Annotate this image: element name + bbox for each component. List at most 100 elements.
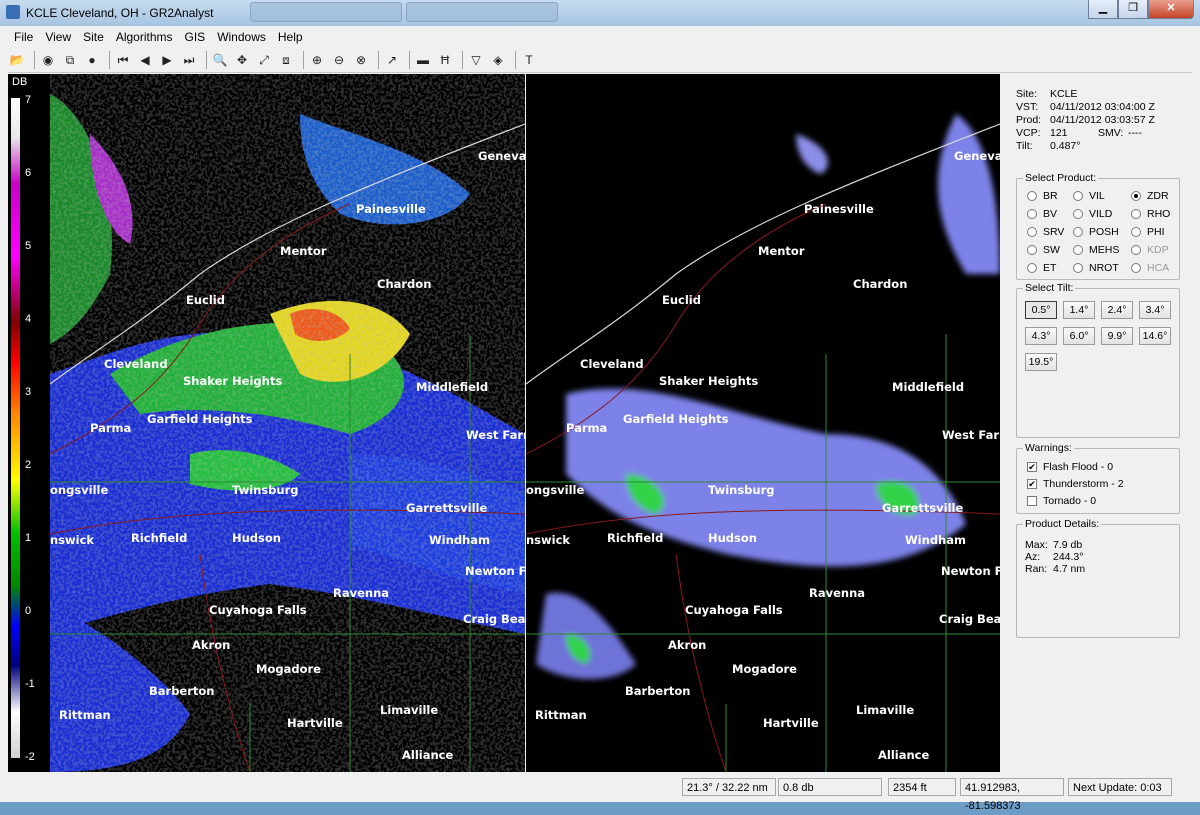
city-label: Middlefield xyxy=(416,380,488,394)
flash-flood-checkbox[interactable]: ✔ Flash Flood - 0 xyxy=(1027,461,1113,473)
last-frame-icon[interactable]: ⏭ xyxy=(180,51,198,69)
city-label: Rittman xyxy=(59,708,111,722)
color-scale-tick: 0 xyxy=(25,605,32,617)
product-radio-et[interactable]: ET xyxy=(1027,262,1056,274)
record-icon[interactable]: ● xyxy=(83,51,101,69)
menu-gis[interactable]: GIS xyxy=(179,27,212,47)
app-window: KCLE Cleveland, OH - GR2Analyst ▁ ❐ ✕ Fi… xyxy=(0,0,1200,812)
tilt-button-2-4[interactable]: 2.4° xyxy=(1101,301,1133,319)
product-radio-hca[interactable]: HCA xyxy=(1131,262,1169,274)
split-icon[interactable]: Ħ xyxy=(436,51,454,69)
window-icon[interactable]: ⧈ xyxy=(277,51,295,69)
color-table-icon[interactable]: ▬ xyxy=(414,51,432,69)
pan-icon[interactable]: ✥ xyxy=(233,51,251,69)
zoom-reset-icon[interactable]: ⊗ xyxy=(352,51,370,69)
smv-label: SMV: xyxy=(1098,127,1124,139)
city-label: Ravenna xyxy=(809,586,865,600)
prod-label: Prod: xyxy=(1016,114,1042,126)
reflectivity-echo-field xyxy=(536,114,1000,679)
city-label: Hudson xyxy=(708,531,757,545)
tilt-button-6-0[interactable]: 6.0° xyxy=(1063,327,1095,345)
product-radio-mehs[interactable]: MEHS xyxy=(1073,244,1119,256)
warning-label: Thunderstorm - 2 xyxy=(1043,478,1124,490)
thunderstorm-checkbox[interactable]: ✔ Thunderstorm - 2 xyxy=(1027,478,1124,490)
product-label: ZDR xyxy=(1147,190,1169,202)
city-label: Richfield xyxy=(131,531,187,545)
city-label: Parma xyxy=(90,421,131,435)
product-radio-nrot[interactable]: NROT xyxy=(1073,262,1119,274)
prev-frame-icon[interactable]: ◀ xyxy=(136,51,154,69)
city-label: Shaker Heights xyxy=(659,374,758,388)
product-label: PHI xyxy=(1147,226,1165,238)
city-label: Rittman xyxy=(535,708,587,722)
product-radio-vil[interactable]: VIL xyxy=(1073,190,1105,202)
product-radio-sw[interactable]: SW xyxy=(1027,244,1060,256)
product-label: KDP xyxy=(1147,244,1169,256)
product-label: SW xyxy=(1043,244,1060,256)
tilt-button-9-9[interactable]: 9.9° xyxy=(1101,327,1133,345)
tilt-button-1-4[interactable]: 1.4° xyxy=(1063,301,1095,319)
product-details-group: Product Details: Max: 7.9 db Az: 244.3° Ra… xyxy=(1016,518,1180,638)
status-coords-readout: 41.912983, -81.598373 xyxy=(960,778,1064,812)
zoom-icon[interactable]: 🔍 xyxy=(211,51,229,69)
product-radio-phi[interactable]: PHI xyxy=(1131,226,1165,238)
product-radio-rho[interactable]: RHO xyxy=(1131,208,1170,220)
city-label: Barberton xyxy=(149,684,215,698)
probe-icon[interactable]: ↗ xyxy=(383,51,401,69)
filter-icon[interactable]: ▽ xyxy=(467,51,485,69)
city-label: Garfield Heights xyxy=(623,412,729,426)
first-frame-icon[interactable]: ⏮ xyxy=(114,51,132,69)
product-radio-vild[interactable]: VILD xyxy=(1073,208,1112,220)
city-label: Limaville xyxy=(856,703,914,717)
copy-icon[interactable]: ⧉ xyxy=(61,51,79,69)
menu-site[interactable]: Site xyxy=(77,27,110,47)
max-label: Max: xyxy=(1025,539,1048,551)
product-radio-br[interactable]: BR xyxy=(1027,190,1058,202)
title-bar[interactable]: KCLE Cleveland, OH - GR2Analyst ▁ ❐ ✕ xyxy=(0,0,1200,26)
open-icon[interactable]: 📂 xyxy=(8,51,26,69)
radar-pane-reflectivity[interactable]: Geneva Painesville Mentor Euclid Chardon… xyxy=(526,74,1000,772)
close-button[interactable]: ✕ xyxy=(1148,0,1194,19)
tilt-button-0-5[interactable]: 0.5° xyxy=(1025,301,1057,319)
menu-algorithms[interactable]: Algorithms xyxy=(110,27,179,47)
product-label: BR xyxy=(1043,190,1058,202)
tornado-checkbox[interactable]: Tornado - 0 xyxy=(1027,495,1096,507)
play-icon[interactable]: ▶ xyxy=(158,51,176,69)
radar-pane-zdr[interactable]: Geneva Painesville Mentor Euclid Chardon… xyxy=(50,74,525,772)
color-scale-tick: -1 xyxy=(25,678,35,690)
zoom-in-icon[interactable]: ⊕ xyxy=(308,51,326,69)
product-radio-bv[interactable]: BV xyxy=(1027,208,1057,220)
menu-help[interactable]: Help xyxy=(272,27,309,47)
tilt-button-4-3[interactable]: 4.3° xyxy=(1025,327,1057,345)
status-height-readout: 2354 ft xyxy=(888,778,956,796)
radio-dot xyxy=(1131,245,1141,255)
color-scale-tick: 6 xyxy=(25,167,32,179)
radio-dot xyxy=(1131,191,1141,201)
menu-windows[interactable]: Windows xyxy=(211,27,272,47)
zoom-out-icon[interactable]: ⊖ xyxy=(330,51,348,69)
menu-view[interactable]: View xyxy=(39,27,77,47)
tilt-button-19-5[interactable]: 19.5° xyxy=(1025,353,1057,371)
text-icon[interactable]: T xyxy=(520,51,538,69)
toolbar: 📂 ◉ ⧉ ● ⏮ ◀ ▶ ⏭ 🔍 ✥ ⤢ ⧈ ⊕ ⊖ ⊗ ↗ ▬ Ħ ▽ ◈ … xyxy=(8,48,1192,73)
diamond-icon[interactable]: ◈ xyxy=(489,51,507,69)
minimize-button[interactable]: ▁ xyxy=(1088,0,1118,19)
menu-file[interactable]: File xyxy=(8,27,39,47)
toolbar-separator xyxy=(34,51,35,69)
save-icon[interactable]: ◉ xyxy=(39,51,57,69)
product-radio-srv[interactable]: SRV xyxy=(1027,226,1064,238)
tilt-button-14-6[interactable]: 14.6° xyxy=(1139,327,1171,345)
checkbox-box: ✔ xyxy=(1027,479,1037,489)
city-label: Painesville xyxy=(804,202,874,216)
city-label: nswick xyxy=(526,533,570,547)
city-label: Hartville xyxy=(287,716,343,730)
product-radio-kdp[interactable]: KDP xyxy=(1131,244,1169,256)
distance-icon[interactable]: ⤢ xyxy=(255,51,273,69)
product-radio-posh[interactable]: POSH xyxy=(1073,226,1119,238)
tilt-button-3-4[interactable]: 3.4° xyxy=(1139,301,1171,319)
maximize-button[interactable]: ❐ xyxy=(1118,0,1148,19)
radio-dot xyxy=(1073,209,1083,219)
warnings-title: Warnings: xyxy=(1023,442,1074,454)
product-radio-zdr[interactable]: ZDR xyxy=(1131,190,1169,202)
color-scale-tick: 2 xyxy=(25,459,32,471)
